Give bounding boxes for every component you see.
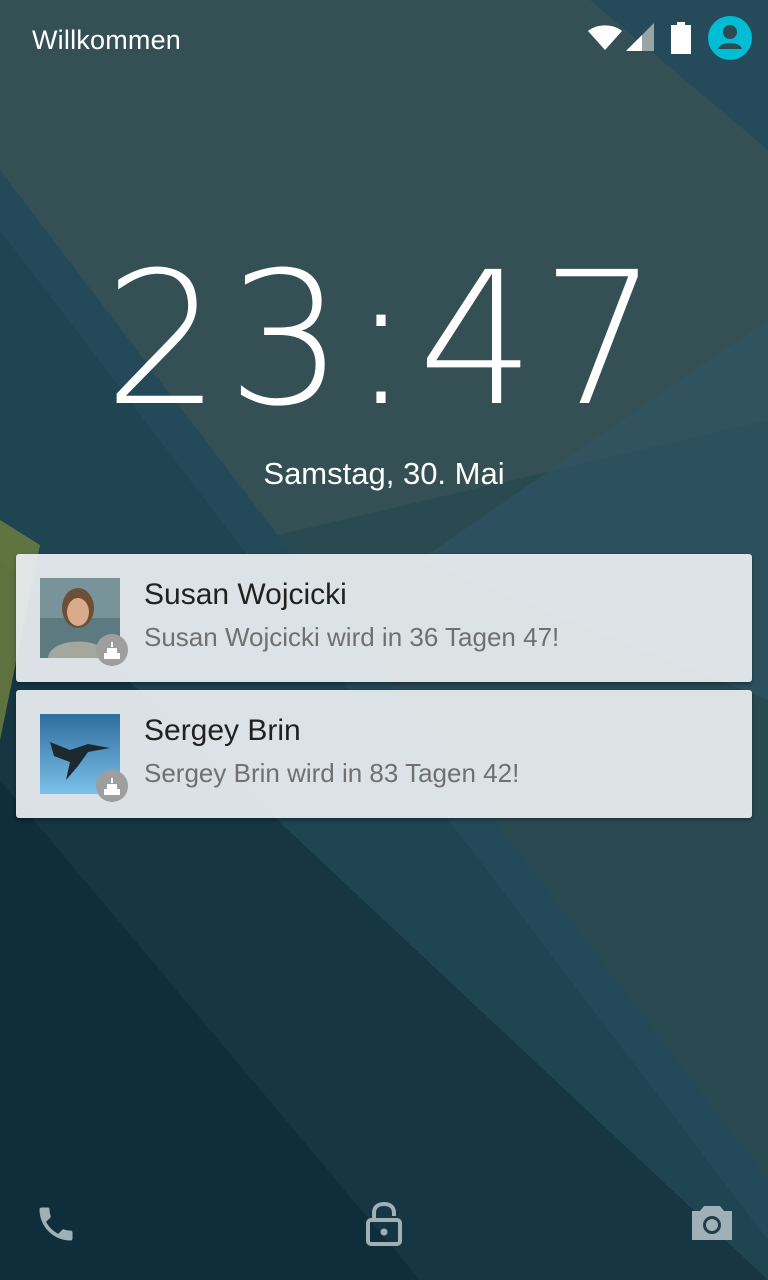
notification-card[interactable]: Sergey Brin Sergey Brin wird in 83 Tagen… xyxy=(16,690,752,818)
cake-icon xyxy=(96,634,128,666)
cake-icon xyxy=(96,770,128,802)
camera-icon[interactable] xyxy=(690,1202,734,1242)
notification-text: Susan Wojcicki wird in 36 Tagen 47! xyxy=(144,622,560,652)
notification-text: Sergey Brin wird in 83 Tagen 42! xyxy=(144,758,520,788)
phone-icon[interactable] xyxy=(34,1202,78,1246)
carrier-label: Willkommen xyxy=(32,25,182,55)
notification-title: Sergey Brin xyxy=(144,714,301,747)
wifi-icon xyxy=(588,25,622,50)
user-avatar-icon[interactable] xyxy=(708,16,752,60)
unlock-icon[interactable] xyxy=(364,1202,404,1246)
status-icons xyxy=(578,16,752,60)
lockscreen-date: Samstag, 30. Mai xyxy=(263,456,505,491)
battery-icon xyxy=(671,22,691,54)
notification-title: Susan Wojcicki xyxy=(144,578,347,611)
cell-signal-icon xyxy=(626,23,654,51)
status-bar: Willkommen xyxy=(0,0,768,84)
lockscreen-clock: 23:47 xyxy=(103,233,665,447)
notification-card[interactable]: Susan Wojcicki Susan Wojcicki wird in 36… xyxy=(16,554,752,682)
